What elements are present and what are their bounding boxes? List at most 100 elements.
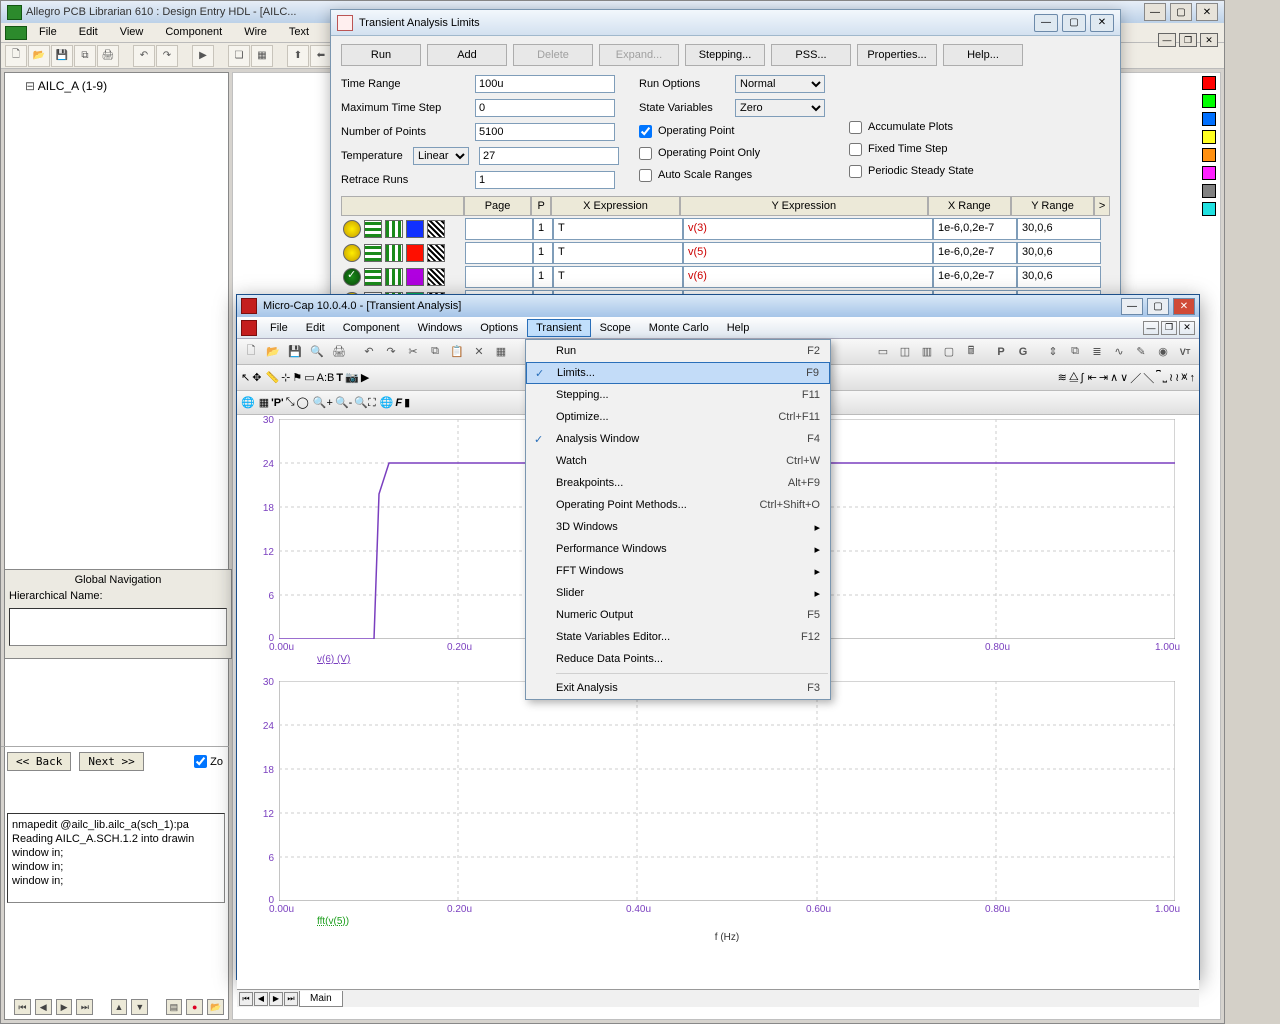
peak-icon[interactable]: ∧ <box>1110 371 1118 384</box>
circle-icon[interactable]: ◯ <box>297 396 309 409</box>
yrange-input[interactable]: 30,0,6 <box>1017 266 1101 288</box>
globe-icon[interactable]: 🌐 <box>380 396 394 409</box>
grid-icon[interactable]: ▦ <box>251 45 273 67</box>
color-swatch[interactable] <box>406 220 424 238</box>
maximize-button[interactable]: ▢ <box>1147 298 1169 315</box>
preview-icon[interactable]: 🔍 <box>307 342 327 362</box>
mdi-close-button[interactable]: ✕ <box>1179 321 1195 335</box>
menu-item-numeric-output[interactable]: Numeric OutputF5 <box>526 604 830 626</box>
p-input[interactable]: 1 <box>533 242 553 264</box>
diff-icon[interactable]: ⧋ <box>1069 371 1079 384</box>
col-yrange[interactable]: Y Range <box>1011 196 1094 216</box>
open-icon[interactable]: 📂 <box>28 45 50 67</box>
paste-icon[interactable]: 📋 <box>447 342 467 362</box>
tree-node-ailc[interactable]: AILC_A (1-9) <box>11 79 222 93</box>
xrange-input[interactable]: 1e-6,0,2e-7 <box>933 218 1017 240</box>
prev-tab-icon[interactable]: ◀ <box>254 992 268 1006</box>
mdi-minimize-button[interactable]: — <box>1143 321 1159 335</box>
axes-icon[interactable]: ⤡ <box>286 396 295 409</box>
minimize-button[interactable]: — <box>1121 298 1143 315</box>
saveall-icon[interactable]: ⧉ <box>74 45 96 67</box>
menu-item-run[interactable]: RunF2 <box>526 340 830 362</box>
up-icon[interactable]: ▲ <box>111 999 128 1015</box>
grid-style-icon[interactable] <box>364 268 382 286</box>
menu-view[interactable]: View <box>110 23 154 42</box>
p-input[interactable]: 1 <box>533 266 553 288</box>
palette-swatch[interactable] <box>1202 130 1216 144</box>
save-icon[interactable]: 💾 <box>51 45 73 67</box>
col-yexpr[interactable]: Y Expression <box>680 196 928 216</box>
palette-swatch[interactable] <box>1202 94 1216 108</box>
last-tab-icon[interactable]: ⏭ <box>284 992 298 1006</box>
grid-style-icon[interactable] <box>385 268 403 286</box>
col-page[interactable]: Page <box>464 196 531 216</box>
grid-style-icon[interactable] <box>364 220 382 238</box>
cursor-track-icon[interactable]: ≣ <box>1087 342 1107 362</box>
col-more[interactable]: > <box>1094 196 1110 216</box>
menu-component[interactable]: Component <box>155 23 232 42</box>
page-input[interactable] <box>465 218 533 240</box>
plot-bottom[interactable]: 30 24 18 12 6 0 0.00u 0.20u 0.40u 0.60u … <box>279 681 1175 901</box>
trace-name[interactable]: v(6) (V) <box>317 654 350 665</box>
xexpr-input[interactable]: T <box>553 242 683 264</box>
menu-edit[interactable]: Edit <box>69 23 108 42</box>
menu-monte-carlo[interactable]: Monte Carlo <box>640 319 718 337</box>
marker-icon[interactable]: ⚑ <box>292 371 302 384</box>
up-icon[interactable]: ⬆ <box>287 45 309 67</box>
wave-icon[interactable]: ∿ <box>1109 342 1129 362</box>
retrace-input[interactable] <box>475 171 615 189</box>
trace-name[interactable]: fft(v(5)) <box>317 916 349 927</box>
run-icon[interactable]: ▶ <box>192 45 214 67</box>
grid-toggle-icon[interactable]: ▦ <box>259 396 269 409</box>
pan-icon[interactable]: ✥ <box>252 371 261 384</box>
close-button[interactable]: ✕ <box>1173 298 1195 315</box>
menu-scope[interactable]: Scope <box>591 319 640 337</box>
menu-transient[interactable]: Transient <box>527 319 590 337</box>
menu-item-optimize[interactable]: Optimize...Ctrl+F11 <box>526 406 830 428</box>
menu-item-perf-windows[interactable]: Performance Windows <box>526 538 830 560</box>
menu-wire[interactable]: Wire <box>234 23 277 42</box>
fall-icon[interactable]: ＼ <box>1143 370 1154 386</box>
numeric-output-icon[interactable] <box>427 268 445 286</box>
color-icon[interactable]: ▮ <box>404 396 410 409</box>
world-icon[interactable]: 🌐 <box>241 396 255 409</box>
right-edge-icon[interactable]: ⇥ <box>1099 371 1108 384</box>
mdi-restore-button[interactable]: ❐ <box>1161 321 1177 335</box>
color-swatch[interactable] <box>406 268 424 286</box>
xrange-input[interactable]: 1e-6,0,2e-7 <box>933 242 1017 264</box>
temp-input[interactable] <box>479 147 619 165</box>
calc-icon[interactable]: 🖩 <box>961 342 981 362</box>
palette-swatch[interactable] <box>1202 184 1216 198</box>
menu-file[interactable]: File <box>29 23 67 42</box>
mdi-close-button[interactable]: ✕ <box>1200 33 1218 47</box>
mdi-restore-button[interactable]: ❐ <box>1179 33 1197 47</box>
page-input[interactable] <box>465 266 533 288</box>
add-button[interactable]: Add <box>427 44 507 66</box>
grid-style-icon[interactable] <box>385 244 403 262</box>
col-p[interactable]: P <box>531 196 551 216</box>
operating-point-checkbox[interactable]: Operating Point <box>639 122 829 140</box>
multi-wave-icon[interactable]: ⩙ <box>1181 371 1187 384</box>
tile-v-icon[interactable]: ◫ <box>895 342 915 362</box>
page-input[interactable] <box>465 242 533 264</box>
menu-item-analysis-window[interactable]: Analysis WindowF4 <box>526 428 830 450</box>
xrange-input[interactable]: 1e-6,0,2e-7 <box>933 266 1017 288</box>
menu-item-watch[interactable]: WatchCtrl+W <box>526 450 830 472</box>
auto-scale-checkbox[interactable]: Auto Scale Ranges <box>639 166 829 184</box>
grid-style-icon[interactable] <box>385 220 403 238</box>
inflect-1-icon[interactable]: ≀ <box>1169 371 1173 384</box>
back-button[interactable]: << Back <box>7 752 71 771</box>
menu-item-slider[interactable]: Slider <box>526 582 830 604</box>
valley-icon[interactable]: ∨ <box>1120 371 1128 384</box>
undo-icon[interactable]: ↶ <box>133 45 155 67</box>
close-button[interactable]: ✕ <box>1196 3 1218 21</box>
yexpr-input[interactable]: v(3) <box>683 218 933 240</box>
last-icon[interactable]: ⏭ <box>76 999 93 1015</box>
vtb-icon[interactable]: VT <box>1175 342 1195 362</box>
save-icon[interactable]: 💾 <box>285 342 305 362</box>
left-edge-icon[interactable]: ⇤ <box>1088 371 1097 384</box>
inflect-2-icon[interactable]: ≀ <box>1175 371 1179 384</box>
zoom-full-icon[interactable]: 🔍⛶ <box>354 396 375 410</box>
cursor-y-icon[interactable]: ⇕ <box>1043 342 1063 362</box>
camera-icon[interactable]: 📷 <box>345 371 359 384</box>
